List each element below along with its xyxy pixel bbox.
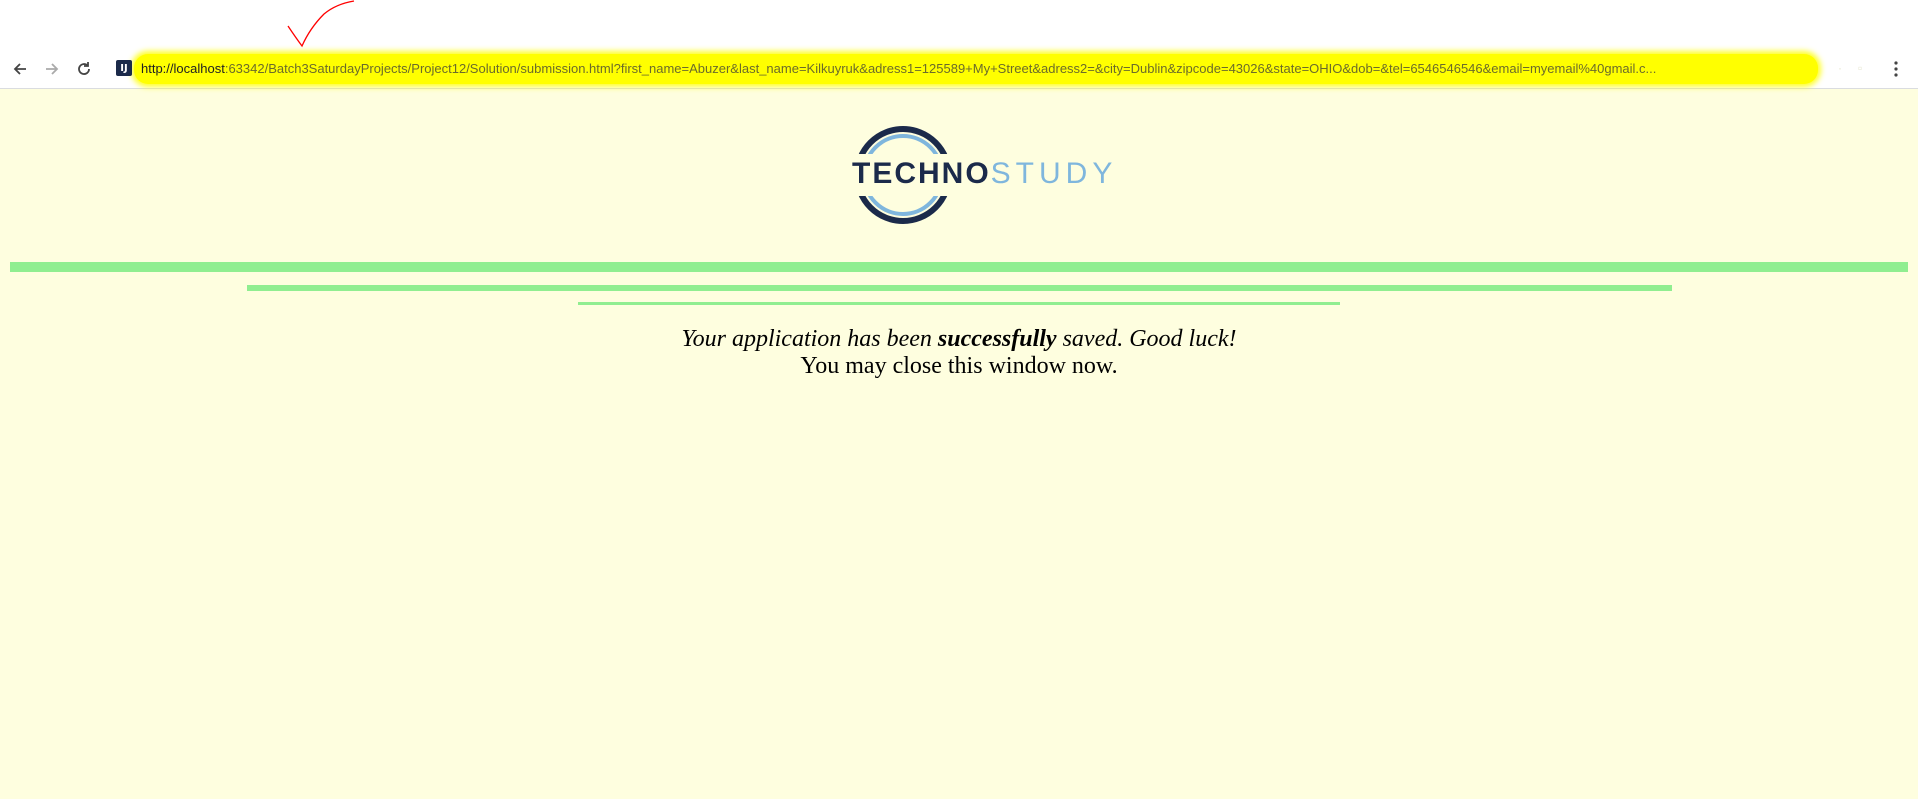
faded-dash-icon: · [1838, 61, 1842, 75]
site-favicon: IJ [116, 60, 132, 76]
red-checkmark-annotation [287, 0, 355, 48]
emphasis-successfully: successfully [937, 326, 1057, 352]
window-top-area [0, 0, 1918, 50]
reload-button[interactable] [72, 57, 96, 81]
forward-arrow-icon [46, 63, 59, 75]
confirmation-line-2: You may close this window now. [800, 353, 1118, 379]
logo-text-techno: TECHNO [852, 157, 991, 190]
browser-toolbar: IJ http://localhost:63342/Batch3Saturday… [0, 50, 1918, 89]
reload-icon [78, 62, 90, 75]
more-vertical-icon [1894, 61, 1898, 77]
address-bar[interactable]: http://localhost:63342/Batch3SaturdayPro… [141, 61, 1791, 76]
url-host: http://localhost [141, 61, 225, 76]
back-button[interactable] [8, 57, 32, 81]
faded-bookmark-icon: ▫ [1858, 61, 1863, 75]
browser-menu-button[interactable] [1884, 57, 1908, 81]
divider-bar-medium [247, 285, 1672, 291]
url-path: :63342/Batch3SaturdayProjects/Project12/… [224, 61, 1657, 76]
technostudy-logo: TECHNOSTUDY [852, 124, 1112, 226]
confirmation-line-1: Your application has been successfully s… [681, 326, 1237, 352]
back-arrow-icon [13, 63, 26, 75]
divider-bar-wide [10, 262, 1908, 272]
forward-button[interactable] [40, 57, 64, 81]
confirmation-message: Your application has been successfully s… [0, 326, 1918, 380]
logo-text-study: STUDY [990, 157, 1118, 190]
divider-bar-narrow [578, 302, 1340, 305]
